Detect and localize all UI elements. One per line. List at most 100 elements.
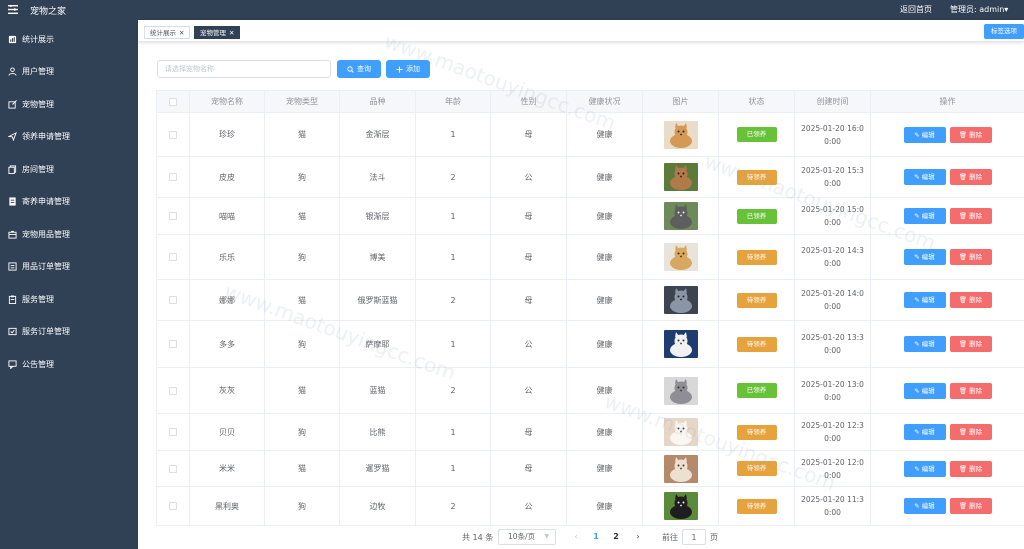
table-row[interactable]: 灰灰猫蓝猫 2 公健康 已领养 2025-01-20 13:00:00 ✎ 编辑 🗑 删除 — [156, 367, 1024, 414]
table-row[interactable]: 娜娜猫俄罗斯蓝猫 2 母健康 待领养 2025-01-20 14:00:00 ✎ 编辑 🗑 … — [156, 279, 1024, 321]
checkbox[interactable] — [169, 428, 177, 436]
copy-icon — [8, 164, 17, 174]
edit-button[interactable]: ✎ 编辑 — [903, 249, 946, 265]
pet-name-search-input[interactable] — [157, 60, 331, 78]
box-icon — [8, 230, 17, 239]
delete-button[interactable]: 🗑 删除 — [949, 424, 992, 440]
edit-button[interactable]: ✎ 编辑 — [903, 336, 946, 352]
row-select[interactable] — [156, 413, 190, 451]
checkbox[interactable] — [169, 212, 177, 220]
close-icon[interactable]: ✕ — [229, 29, 234, 37]
goto-page-input[interactable] — [682, 529, 706, 545]
age-cell: 1 — [415, 234, 491, 280]
delete-button[interactable]: 🗑 删除 — [949, 208, 992, 224]
checkbox[interactable] — [169, 340, 177, 348]
sidebar-item-5[interactable]: 寄养申请管理 — [0, 186, 138, 218]
row-select[interactable] — [156, 234, 190, 280]
clipboard-icon — [8, 294, 17, 304]
row-select[interactable] — [156, 279, 190, 321]
row-select[interactable] — [156, 156, 190, 198]
admin-dropdown[interactable]: 管理员: admin▾ — [950, 4, 1008, 15]
sidebar-item-2[interactable]: 宠物管理 — [0, 88, 138, 120]
close-icon[interactable]: ✕ — [179, 29, 184, 37]
prev-page-button[interactable]: ‹ — [568, 529, 584, 545]
row-select[interactable] — [156, 112, 190, 157]
delete-button[interactable]: 🗑 删除 — [949, 292, 992, 308]
pet-image[interactable] — [663, 376, 698, 405]
pet-image[interactable] — [663, 418, 698, 446]
delete-button[interactable]: 🗑 删除 — [949, 169, 992, 185]
row-select[interactable] — [156, 367, 190, 414]
next-page-button[interactable]: › — [630, 529, 646, 545]
edit-button[interactable]: ✎ 编辑 — [903, 424, 946, 440]
page-number-1[interactable]: 1 — [588, 529, 604, 545]
pet-image[interactable] — [663, 454, 698, 483]
row-select[interactable] — [156, 450, 190, 487]
checkbox[interactable] — [169, 502, 177, 510]
table-row[interactable]: 喵喵猫银渐层 1 母健康 已领养 2025-01-20 15:00:00 ✎ 编辑 🗑 删除 — [156, 197, 1024, 235]
checkbox[interactable] — [169, 97, 177, 106]
header-select-all[interactable] — [156, 90, 190, 113]
table-row[interactable]: 黑利奥狗边牧 2 公健康 待领养 2025-01-20 11:30:00 ✎ 编辑 🗑 删除 — [156, 486, 1024, 526]
edit-button[interactable]: ✎ 编辑 — [903, 126, 946, 143]
checkbox[interactable] — [169, 296, 177, 304]
delete-button[interactable]: 🗑 删除 — [949, 249, 992, 265]
tag-stats[interactable]: 统计展示 ✕ — [144, 26, 191, 39]
table-row[interactable]: 珍珍猫金渐层 1 母健康 已领养 2025-01-20 16:00:00 ✎ 编辑 🗑 删除 — [156, 112, 1024, 157]
delete-button[interactable]: 🗑 删除 — [949, 382, 992, 399]
tag-pet-management[interactable]: 宠物管理 ✕ — [194, 26, 241, 39]
checkbox[interactable] — [169, 464, 177, 473]
edit-button[interactable]: ✎ 编辑 — [903, 382, 946, 399]
table-header-row: 宠物名称 宠物类型 品种 年龄 性别 健康状况 图片 状态 创建时间 操作 — [156, 90, 1024, 113]
edit-button[interactable]: ✎ 编辑 — [903, 208, 946, 224]
pet-image[interactable] — [663, 120, 698, 149]
edit-label: 编辑 — [921, 340, 935, 348]
sidebar-item-4[interactable]: 房间管理 — [0, 153, 138, 185]
page-size-select[interactable]: 10条/页 ▼ — [498, 529, 556, 545]
status-cell: 待领养 — [718, 234, 795, 280]
sidebar-item-7[interactable]: 用品订单管理 — [0, 251, 138, 283]
sidebar-item-8[interactable]: 服务管理 — [0, 283, 138, 315]
checkbox[interactable] — [169, 253, 177, 261]
row-select[interactable] — [156, 197, 190, 235]
delete-button[interactable]: 🗑 删除 — [949, 460, 992, 477]
pet-image[interactable] — [663, 202, 698, 230]
sidebar-item-3[interactable]: 领养申请管理 — [0, 121, 138, 153]
checkbox[interactable] — [169, 173, 177, 181]
home-link[interactable]: 返回首页 — [900, 4, 932, 15]
edit-button[interactable]: ✎ 编辑 — [903, 292, 946, 308]
delete-button[interactable]: 🗑 删除 — [949, 126, 992, 143]
sidebar-item-9[interactable]: 服务订单管理 — [0, 316, 138, 348]
pet-image[interactable] — [663, 243, 698, 271]
pet-image[interactable] — [663, 163, 698, 191]
sidebar-item-label: 宠物管理 — [22, 99, 54, 109]
table-row[interactable]: 贝贝狗比熊 1 母健康 待领养 2025-01-20 12:30:00 ✎ 编辑 🗑 删除 — [156, 413, 1024, 451]
pet-type-cell: 狗 — [264, 234, 340, 280]
table-row[interactable]: 米米猫暹罗猫 1 母健康 待领养 2025-01-20 12:00:00 ✎ 编辑 🗑 删除 — [156, 450, 1024, 487]
edit-button[interactable]: ✎ 编辑 — [903, 498, 946, 514]
checkbox[interactable] — [169, 130, 177, 139]
add-button[interactable]: 添加 — [386, 60, 430, 78]
sidebar-item-0[interactable]: 统计展示 — [0, 23, 138, 55]
table-row[interactable]: 乐乐狗博美 1 母健康 待领养 2025-01-20 14:30:00 ✎ 编辑 🗑 删除 — [156, 234, 1024, 280]
delete-button[interactable]: 🗑 删除 — [949, 336, 992, 352]
row-select[interactable] — [156, 486, 190, 526]
sidebar-item-10[interactable]: 公告管理 — [0, 348, 138, 380]
query-button[interactable]: 查询 — [337, 60, 381, 78]
checkbox[interactable] — [169, 386, 177, 395]
sidebar-item-6[interactable]: 宠物用品管理 — [0, 218, 138, 250]
tag-options-button[interactable]: 标签选项 — [984, 24, 1024, 39]
table-row[interactable]: 皮皮狗法斗 2 公健康 待领养 2025-01-20 15:30:00 ✎ 编辑 🗑 删除 — [156, 156, 1024, 198]
sidebar-item-1[interactable]: 用户管理 — [0, 56, 138, 88]
row-select[interactable] — [156, 320, 190, 368]
edit-button[interactable]: ✎ 编辑 — [903, 460, 946, 477]
pet-image[interactable] — [663, 286, 698, 314]
pet-image[interactable] — [663, 492, 698, 520]
menu-toggle-icon[interactable] — [8, 4, 18, 14]
page-number-2[interactable]: 2 — [608, 529, 624, 545]
delete-button[interactable]: 🗑 删除 — [949, 498, 992, 514]
table-row[interactable]: 多多狗萨摩耶 1 公健康 待领养 2025-01-20 13:30:00 ✎ 编辑 🗑 删除 — [156, 320, 1024, 368]
edit-button[interactable]: ✎ 编辑 — [903, 169, 946, 185]
gender-cell: 母 — [490, 197, 567, 235]
pet-image[interactable] — [663, 330, 698, 358]
